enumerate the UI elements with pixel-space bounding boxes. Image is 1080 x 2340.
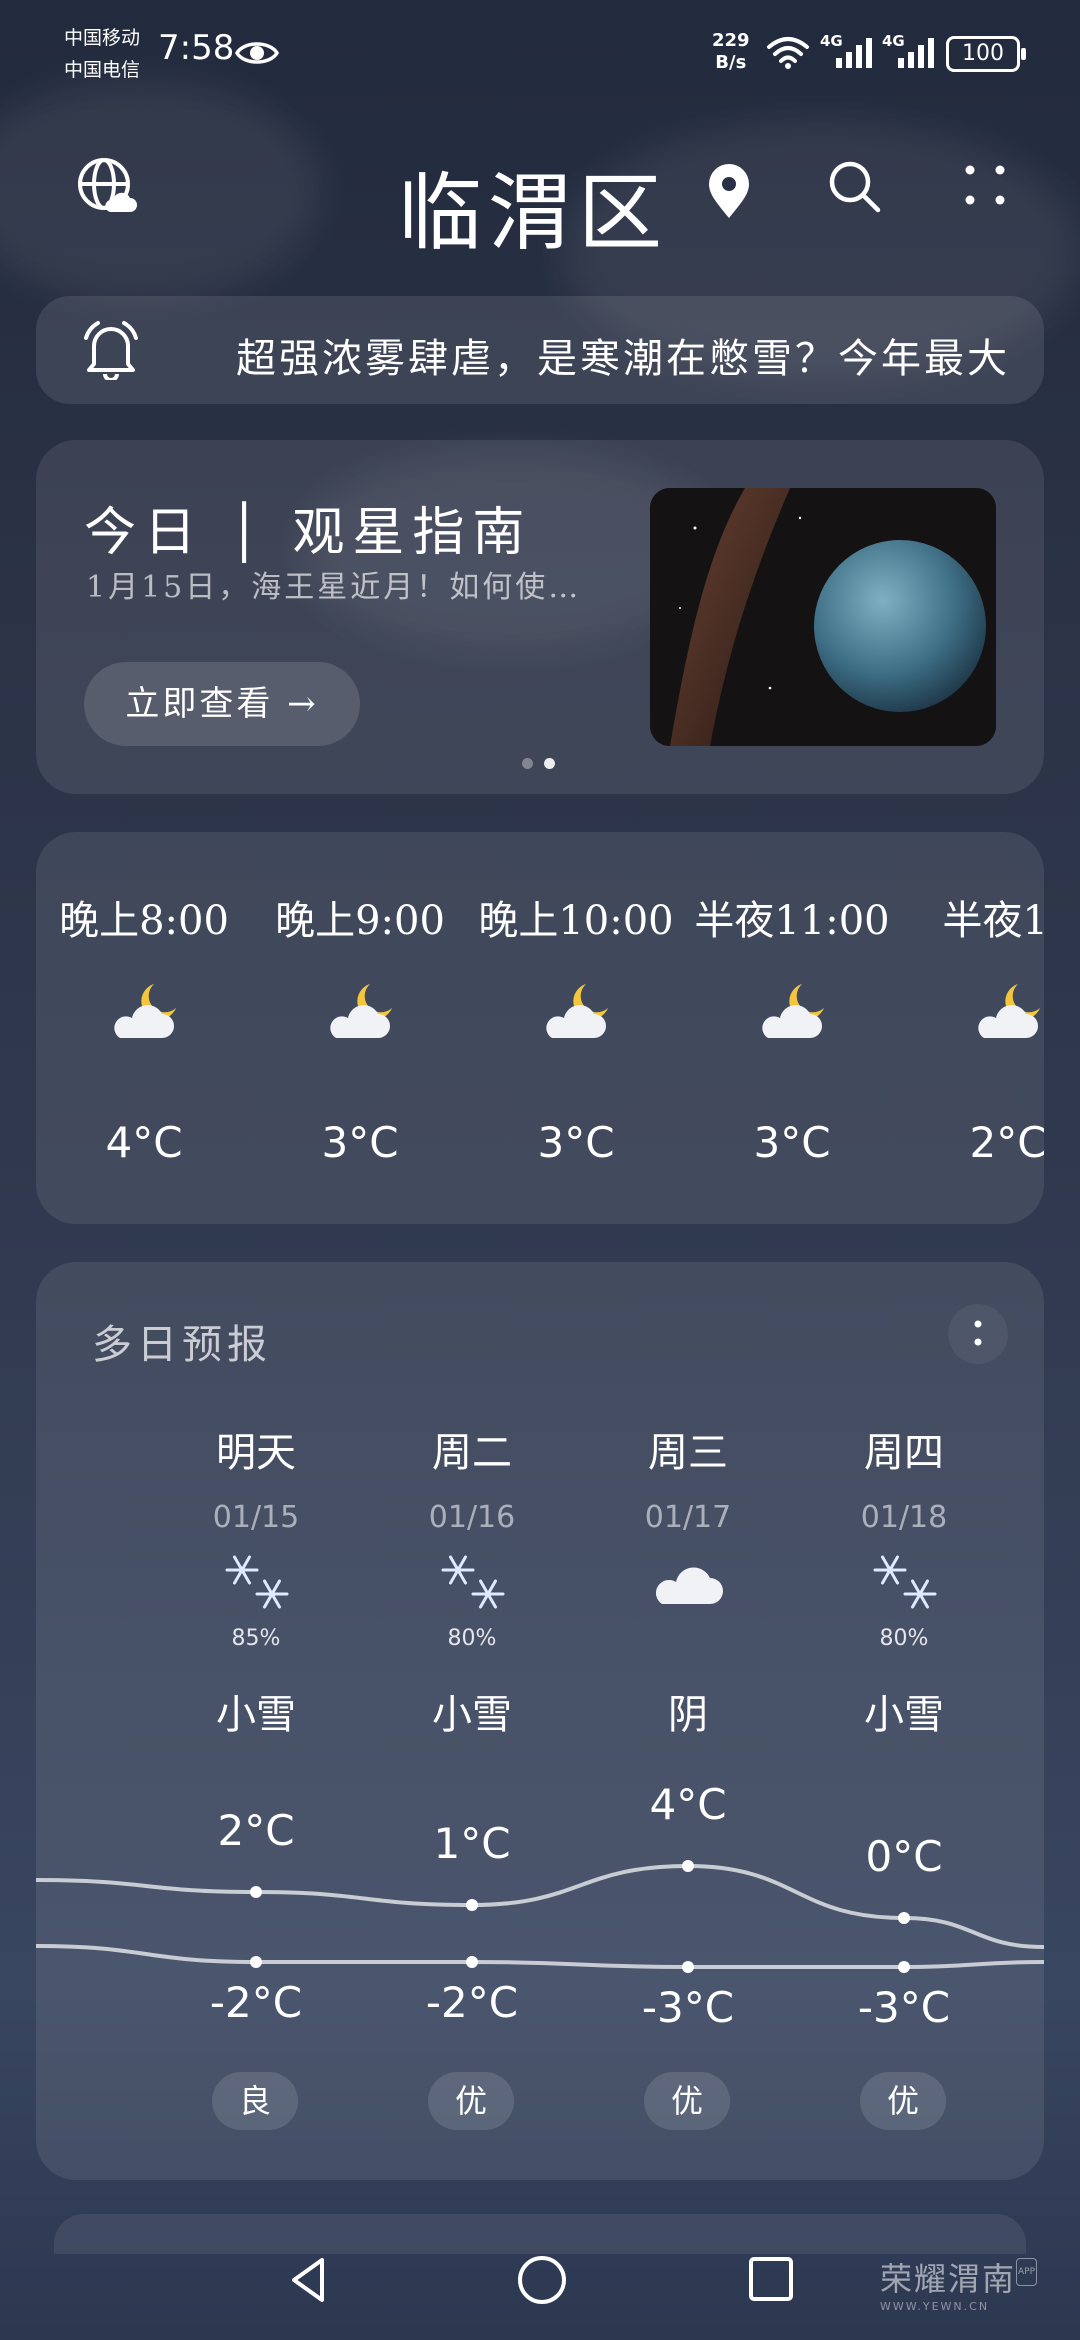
daily-day-name: 明天: [216, 1430, 296, 1476]
hourly-forecast-card[interactable]: 晚上8:00 4°C 晚上9:00 3°C 晚上10:00 3°C 半夜11:00 3°C 半夜…: [36, 832, 1044, 1224]
carrier-1: 中国移动: [64, 27, 141, 49]
carrier-2: 中国电信: [64, 59, 141, 81]
back-icon[interactable]: [282, 2252, 338, 2308]
aqi-badge[interactable]: 优: [428, 2072, 514, 2130]
watermark-app-badge: APP: [1016, 2258, 1038, 2286]
wifi-icon: [767, 37, 809, 69]
moon-cloud-icon: [110, 980, 180, 1042]
promo-subtitle: 1月15日，海王星近月！如何使…: [86, 570, 582, 605]
daily-date: 01/18: [860, 1500, 948, 1535]
moon-cloud-icon: [542, 980, 612, 1042]
cloud-icon: [654, 1552, 726, 1614]
news-ticker-text[interactable]: 超强浓雾肆虐，是寒潮在憋雪？今年最大: [236, 326, 1026, 384]
daily-condition: 小雪: [216, 1692, 296, 1738]
more-menu-icon[interactable]: [960, 160, 1010, 210]
daily-item[interactable]: 明天 01/15 85% 小雪 2°C -2°C 良: [148, 1262, 364, 2180]
view-now-button[interactable]: 立即查看 →: [84, 662, 360, 746]
daily-high-temp: 0°C: [865, 1832, 943, 1881]
daily-item[interactable]: 周二 01/16 80% 小雪 1°C -2°C 优: [364, 1262, 580, 2180]
carousel-dot-active: [544, 758, 555, 769]
daily-condition: 阴: [668, 1692, 708, 1738]
daily-high-temp: 2°C: [217, 1806, 295, 1855]
daily-precip: 80%: [447, 1626, 497, 1651]
snow-icon: [222, 1552, 294, 1614]
moon-cloud-icon: [974, 980, 1044, 1042]
moon-cloud-icon: [326, 980, 396, 1042]
hourly-temp: 2°C: [969, 1118, 1044, 1167]
bell-icon: [84, 321, 138, 380]
hourly-time: 半夜11:00: [694, 898, 890, 944]
city-title[interactable]: 临渭区: [398, 146, 668, 267]
hourly-time: 晚上9:00: [275, 898, 445, 944]
network-speed-value: 229: [712, 30, 750, 51]
neptune-image: [650, 488, 996, 746]
stargazing-guide-card[interactable]: 今日 │ 观星指南 1月15日，海王星近月！如何使… 立即查看 →: [36, 440, 1044, 794]
hourly-item[interactable]: 晚上8:00 4°C: [36, 832, 252, 1224]
hourly-time: 半夜12: [942, 898, 1044, 944]
recent-apps-icon[interactable]: [746, 2254, 796, 2304]
status-bar: 中国移动 中国电信 7:58 229 B/s 4G 4G 100: [0, 0, 1080, 110]
daily-day-name: 周二: [432, 1430, 512, 1476]
cell-signal-icon: 4G: [882, 32, 938, 72]
aqi-badge[interactable]: 良: [212, 2072, 298, 2130]
hourly-temp: 3°C: [753, 1118, 831, 1167]
snow-icon: [870, 1552, 942, 1614]
battery-icon: 100: [946, 36, 1026, 72]
hourly-item[interactable]: 半夜12 2°C: [900, 832, 1044, 1224]
promo-title: 今日 │ 观星指南: [84, 503, 533, 563]
daily-item[interactable]: 周四 01/18 80% 小雪 0°C -3°C 优: [796, 1262, 1012, 2180]
search-icon[interactable]: [826, 158, 882, 214]
hourly-temp: 3°C: [321, 1118, 399, 1167]
app-header: 临渭区: [0, 130, 1080, 262]
network-speed: 229 B/s: [712, 30, 750, 74]
daily-low-temp: -2°C: [209, 1978, 303, 2027]
hourly-temp: 3°C: [537, 1118, 615, 1167]
watermark-logo: 荣耀渭南 WWW.YEWN.CN APP: [880, 2254, 1040, 2313]
news-ticker-banner[interactable]: 超强浓雾肆虐，是寒潮在憋雪？今年最大: [36, 296, 1044, 404]
hourly-time: 晚上8:00: [59, 898, 229, 944]
navigation-bar: 荣耀渭南 WWW.YEWN.CN APP: [0, 2230, 1080, 2340]
daily-low-temp: -2°C: [425, 1978, 519, 2027]
cell-signal-icon: 4G: [820, 32, 876, 72]
daily-low-temp: -3°C: [641, 1983, 735, 2032]
hourly-temp: 4°C: [105, 1118, 183, 1167]
daily-day-name: 周四: [864, 1430, 944, 1476]
daily-condition: 小雪: [864, 1692, 944, 1738]
hourly-item[interactable]: 半夜11:00 3°C: [684, 832, 900, 1224]
daily-high-temp: 1°C: [433, 1819, 511, 1868]
carousel-dot: [522, 758, 533, 769]
daily-low-temp: -3°C: [857, 1983, 951, 2032]
globe-cloud-icon[interactable]: [76, 156, 138, 218]
network-speed-unit: B/s: [715, 52, 747, 73]
daily-date: 01/15: [212, 1500, 300, 1535]
daily-condition: 小雪: [432, 1692, 512, 1738]
watermark-url: WWW.YEWN.CN: [880, 2300, 990, 2313]
aqi-badge[interactable]: 优: [860, 2072, 946, 2130]
daily-day-name: 周三: [648, 1430, 728, 1476]
carrier-labels: 中国移动 中国电信: [64, 22, 140, 86]
hourly-time: 晚上10:00: [478, 898, 674, 944]
daily-item[interactable]: 周三 01/17 阴 4°C -3°C 优: [580, 1262, 796, 2180]
daily-precip: 80%: [879, 1626, 929, 1651]
hourly-item[interactable]: 晚上10:00 3°C: [468, 832, 684, 1224]
daily-high-temp: 4°C: [649, 1780, 727, 1829]
daily-date: 01/16: [428, 1500, 516, 1535]
hourly-item[interactable]: 晚上9:00 3°C: [252, 832, 468, 1224]
location-pin-icon[interactable]: [706, 164, 752, 220]
aqi-badge[interactable]: 优: [644, 2072, 730, 2130]
status-time: 7:58: [158, 28, 235, 68]
daily-date: 01/17: [644, 1500, 732, 1535]
eye-icon: [234, 42, 280, 64]
moon-cloud-icon: [758, 980, 828, 1042]
snow-icon: [438, 1552, 510, 1614]
daily-precip: 85%: [231, 1626, 281, 1651]
carousel-indicator: [522, 758, 562, 772]
multi-day-forecast-card[interactable]: 多日预报 明天 01/15 85% 小雪 2°C -2°C 良周二 01/16 80% 小雪 1°C…: [36, 1262, 1044, 2180]
home-icon[interactable]: [514, 2252, 570, 2308]
